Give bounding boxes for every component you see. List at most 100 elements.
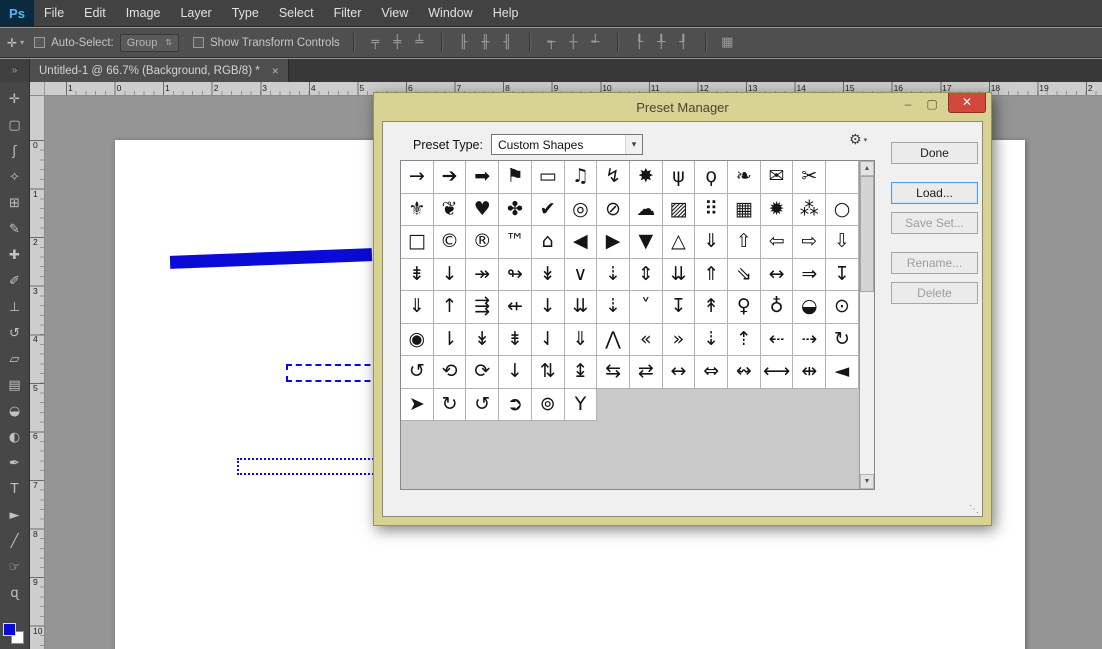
scroll-up-icon[interactable]: ▲ [860,161,874,176]
load-button[interactable]: Load... [891,182,978,204]
rename-button[interactable]: Rename... [891,252,978,274]
starburst-1[interactable]: ✸ [630,161,663,194]
triangle-left-3d[interactable]: ◀ [565,226,598,259]
preset-type-select[interactable]: Custom Shapes ▾ [491,134,643,155]
copyright-symbol[interactable]: © [434,226,467,259]
arrow-circular-right-2[interactable]: ⟳ [466,356,499,389]
chevron-down-small[interactable]: ˅ [630,291,663,324]
move-tool[interactable]: ✛ [0,86,30,112]
minimize-icon[interactable]: – [896,93,920,115]
light-bulb[interactable]: ϙ [695,161,728,194]
fleur-de-lis[interactable]: ⚜ [401,194,434,227]
arrow-down-angled[interactable]: ⇘ [728,259,761,292]
arrows-up-down-pair-2[interactable]: ↨ [565,356,598,389]
distribute-bottom-edges[interactable]: ┵ [587,35,604,50]
circle-frame[interactable]: ○ [826,194,859,227]
scrollbar-track[interactable] [860,176,874,474]
align-top-edges[interactable]: ╤ [367,35,384,50]
arrow-right-solid[interactable]: ➡ [466,161,499,194]
arrow-left-right-small[interactable]: ↔ [663,356,696,389]
blank-square[interactable] [826,161,859,194]
tools-panel-chevron-icon[interactable]: » [0,59,30,82]
align-horizontal-centers[interactable]: ╫ [477,35,494,50]
lightning-bolt[interactable]: ↯ [597,161,630,194]
scroll-down-icon[interactable]: ▼ [860,474,874,489]
distribute-right-edges[interactable]: ┦ [675,35,692,50]
arrow-circular-left[interactable]: ↺ [401,356,434,389]
arrow-right-thin[interactable]: → [401,161,434,194]
arrow-up-wide[interactable]: ⇧ [728,226,761,259]
menu-item[interactable]: Type [222,0,269,26]
circled-arrow-down-2[interactable]: ⊙ [826,291,859,324]
menu-item[interactable]: File [34,0,74,26]
dodge-tool[interactable]: ◐ [0,424,30,450]
hand-tool[interactable]: ☞ [0,554,30,580]
heart[interactable]: ♥ [466,194,499,227]
arrow-right-double[interactable]: ↠ [466,259,499,292]
align-bottom-edges[interactable]: ╧ [411,35,428,50]
arrow-circular-left-2[interactable]: ⟲ [434,356,467,389]
path-selection-tool[interactable]: ► [0,502,30,528]
arrows-strip-left[interactable]: ⇷ [499,291,532,324]
arrow-up-outline[interactable]: ↑ [434,291,467,324]
tab-close-icon[interactable]: × [272,64,279,78]
check-mark[interactable]: ✔ [532,194,565,227]
maximize-icon[interactable]: ▢ [920,93,944,115]
arrows-strip-right[interactable]: ⇶ [466,291,499,324]
shapes-scrollbar[interactable]: ▲ ▼ [859,161,874,489]
music-notes[interactable]: ♫ [565,161,598,194]
arrow-right-curled[interactable]: ↬ [499,259,532,292]
arrow-right-banded[interactable]: ⇨ [793,226,826,259]
arrows-left-right-striped[interactable]: ⇄ [630,356,663,389]
menu-item[interactable]: Filter [324,0,372,26]
circled-arrow-solid[interactable]: ◉ [401,324,434,357]
diamond-dots-tile[interactable]: ⠿ [695,194,728,227]
arrow-left-banded[interactable]: ⇠ [761,324,794,357]
auto-select-mode-dropdown[interactable]: Group ⇅ [120,34,179,52]
scrollbar-thumb[interactable] [860,176,874,292]
arrow-down-bar[interactable]: ↧ [826,259,859,292]
circled-arrow-right[interactable]: ➲ [499,389,532,422]
arrow-down-striped[interactable]: ⇓ [695,226,728,259]
clone-stamp-tool[interactable]: ⊥ [0,294,30,320]
talk-bubble[interactable]: ☁ [630,194,663,227]
envelope[interactable]: ✉ [761,161,794,194]
horizontal-type-tool[interactable]: T [0,476,30,502]
crop-tool[interactable]: ⊞ [0,190,30,216]
arrow-right-striped[interactable]: ▶ [597,226,630,259]
eyedropper-tool[interactable]: ✎ [0,216,30,242]
arrow-up-wide-2[interactable]: ⇡ [728,324,761,357]
close-icon[interactable]: ✕ [948,93,986,113]
starburst-2[interactable]: ✹ [761,194,794,227]
done-button[interactable]: Done [891,142,978,164]
menu-item[interactable]: Image [116,0,171,26]
arrow-down-8[interactable]: ↓ [499,356,532,389]
menu-item[interactable]: Layer [170,0,221,26]
arrow-right-banded-2[interactable]: ⇢ [793,324,826,357]
quick-selection-tool[interactable]: ✧ [0,164,30,190]
arrow-up-3d[interactable]: ⇑ [695,259,728,292]
arrows-up-down-pair[interactable]: ⇅ [532,356,565,389]
diagonal-stripes-tile[interactable]: ▨ [663,194,696,227]
arrow-left-right-1[interactable]: ↔ [761,259,794,292]
arrow-down-4[interactable]: ⇂ [434,324,467,357]
refresh-arrow-left[interactable]: ↺ [466,389,499,422]
arrow-up-down[interactable]: ⇕ [630,259,663,292]
arrows-left-right-zigzag[interactable]: ⇆ [597,356,630,389]
arrow-up-thin[interactable]: ↟ [695,291,728,324]
arrow-left-3d[interactable]: ⇦ [761,226,794,259]
save-set-button[interactable]: Save Set... [891,212,978,234]
refresh-arrow-right[interactable]: ↻ [434,389,467,422]
menu-item[interactable]: Window [418,0,482,26]
align-left-edges[interactable]: ╟ [455,35,472,50]
chevrons-right[interactable]: » [663,324,696,357]
arrow-left-right-wavy[interactable]: ↭ [728,356,761,389]
arrow-down-small[interactable]: ⇣ [597,259,630,292]
chevrons-down-3[interactable]: ⇓ [565,324,598,357]
distribute-left-edges[interactable]: ┞ [631,35,648,50]
menu-item[interactable]: Select [269,0,324,26]
arrow-down-3d[interactable]: ⇩ [826,226,859,259]
banner[interactable]: ⚑ [499,161,532,194]
arrow-down-narrow[interactable]: ⇣ [597,291,630,324]
document-tab[interactable]: Untitled-1 @ 66.7% (Background, RGB/8) *… [30,59,289,82]
